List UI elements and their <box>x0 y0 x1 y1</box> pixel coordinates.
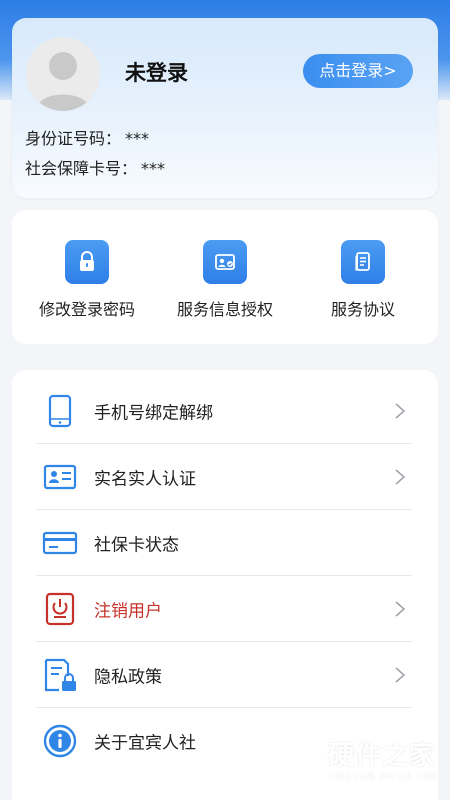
watermark: 硬件之家 YING JIAN ZHI JIA.COM <box>282 728 442 788</box>
login-button[interactable]: 点击登录> <box>303 54 413 88</box>
id-number-row: 身份证号码： *** <box>25 125 149 149</box>
watermark-logo-icon <box>283 736 321 780</box>
quick-action-label: 服务信息授权 <box>176 300 273 319</box>
quick-action-service-agreement[interactable]: 服务协议 <box>292 240 434 320</box>
menu-item-deregister[interactable]: 注销用户 <box>36 576 412 642</box>
info-icon <box>42 723 78 759</box>
social-card-row: 社会保障卡号： *** <box>25 155 165 179</box>
chevron-right-icon <box>395 667 406 683</box>
phone-icon <box>42 393 78 429</box>
chevron-right-icon <box>395 403 406 419</box>
quick-action-label: 服务协议 <box>330 300 395 319</box>
menu-item-real-name-auth[interactable]: 实名实人认证 <box>36 444 412 510</box>
menu-item-label: 注销用户 <box>94 601 162 622</box>
id-badge-icon <box>42 459 78 495</box>
menu-item-privacy-policy[interactable]: 隐私政策 <box>36 642 412 708</box>
menu-item-label: 社保卡状态 <box>94 535 179 556</box>
chevron-right-icon <box>395 469 406 485</box>
watermark-subtitle: YING JIAN ZHI JIA.COM <box>328 772 438 781</box>
quick-action-change-password[interactable]: 修改登录密码 <box>16 240 158 320</box>
social-card-value: *** <box>141 159 166 178</box>
power-icon <box>42 591 78 627</box>
quick-actions-card: 修改登录密码 服务信息授权 服务协议 <box>12 210 438 344</box>
id-number-label: 身份证号码： <box>25 129 122 148</box>
menu-item-phone-binding[interactable]: 手机号绑定解绑 <box>36 378 412 444</box>
profile-card: 未登录 点击登录> 身份证号码： *** 社会保障卡号： *** <box>12 18 438 198</box>
lock-icon <box>65 240 109 284</box>
document-icon <box>341 240 385 284</box>
menu-item-label: 手机号绑定解绑 <box>94 403 213 424</box>
id-number-value: *** <box>125 129 150 148</box>
menu-item-label: 关于宜宾人社 <box>94 733 196 754</box>
id-card-icon <box>203 240 247 284</box>
quick-action-info-authorization[interactable]: 服务信息授权 <box>154 240 296 320</box>
menu-item-label: 实名实人认证 <box>94 469 196 490</box>
menu-item-card-status[interactable]: 社保卡状态 <box>36 510 412 576</box>
watermark-title: 硬件之家 <box>328 741 437 771</box>
login-status: 未登录 <box>125 61 188 85</box>
quick-action-label: 修改登录密码 <box>38 300 135 319</box>
social-card-label: 社会保障卡号： <box>25 159 138 178</box>
privacy-lock-icon <box>42 657 78 693</box>
chevron-right-icon <box>395 601 406 617</box>
menu-item-label: 隐私政策 <box>94 667 162 688</box>
avatar[interactable] <box>26 37 100 111</box>
card-icon <box>42 525 78 561</box>
avatar-placeholder-icon <box>36 52 90 111</box>
